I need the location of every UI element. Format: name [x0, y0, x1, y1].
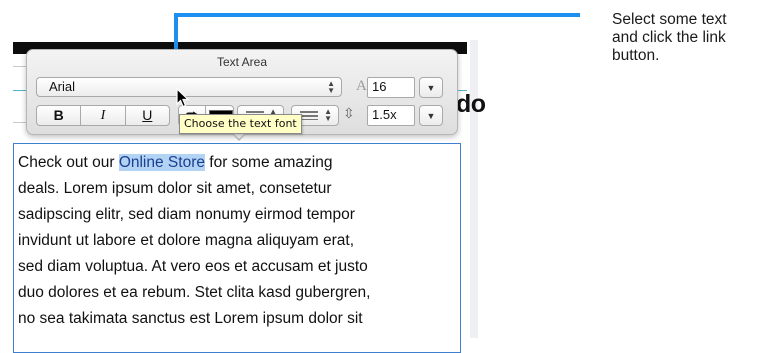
text-line: no sea takimata sanctus est Lorem ipsum … — [18, 310, 363, 327]
right-panel — [470, 40, 478, 338]
tooltip: Choose the text font — [179, 114, 302, 134]
line-spacing-icon: ⇳ — [343, 105, 355, 121]
divider — [13, 66, 27, 67]
callout-pointer-line — [174, 13, 580, 17]
text-line: deals. Lorem ipsum dolor sit amet, conse… — [18, 180, 332, 197]
cursor-icon — [176, 88, 190, 108]
font-size-icon: A — [356, 78, 367, 94]
up-down-icon: ▲▼ — [327, 79, 335, 95]
chevron-down-icon: ▼ — [426, 111, 436, 121]
text-area[interactable]: Check out our Online Store for some amaz… — [13, 143, 461, 353]
bold-button[interactable]: B — [37, 106, 82, 125]
text-line: Check out our Online Store for some amaz… — [18, 154, 333, 171]
font-select-value: Arial — [49, 79, 76, 94]
selected-text[interactable]: Online Store — [118, 154, 205, 171]
text-line: sed diam voluptua. At vero eos et accusa… — [18, 258, 368, 275]
italic-button[interactable]: I — [81, 106, 126, 125]
popover-title: Text Area — [216, 55, 268, 69]
underline-button[interactable]: U — [126, 106, 169, 125]
chevron-down-icon: ▼ — [426, 83, 436, 93]
text-line: invidunt ut labore et dolore magna aliqu… — [18, 232, 355, 249]
list-icon — [300, 111, 318, 120]
up-down-icon: ▲▼ — [324, 107, 332, 123]
callout-text: Select some text and click the link butt… — [612, 11, 778, 65]
line-spacing-field[interactable]: 1.5x — [367, 105, 415, 126]
divider — [13, 122, 27, 123]
line-spacing-dropdown[interactable]: ▼ — [419, 105, 443, 126]
text-line: sadipscing elitr, sed diam nonumy eirmod… — [18, 206, 355, 223]
callout-line: and click the link — [612, 29, 726, 46]
page-heading-fragment: do — [456, 90, 486, 118]
callout-line: Select some text — [612, 11, 727, 28]
text-area-content[interactable]: Check out our Online Store for some amaz… — [18, 150, 460, 332]
font-size-dropdown[interactable]: ▼ — [419, 77, 443, 98]
text-line: duo dolores et ea rebum. Stet clita kasd… — [18, 284, 371, 301]
callout-line: button. — [612, 47, 660, 64]
text-style-buttons: B I U — [36, 105, 170, 126]
font-size-field[interactable]: 16 — [367, 77, 415, 98]
